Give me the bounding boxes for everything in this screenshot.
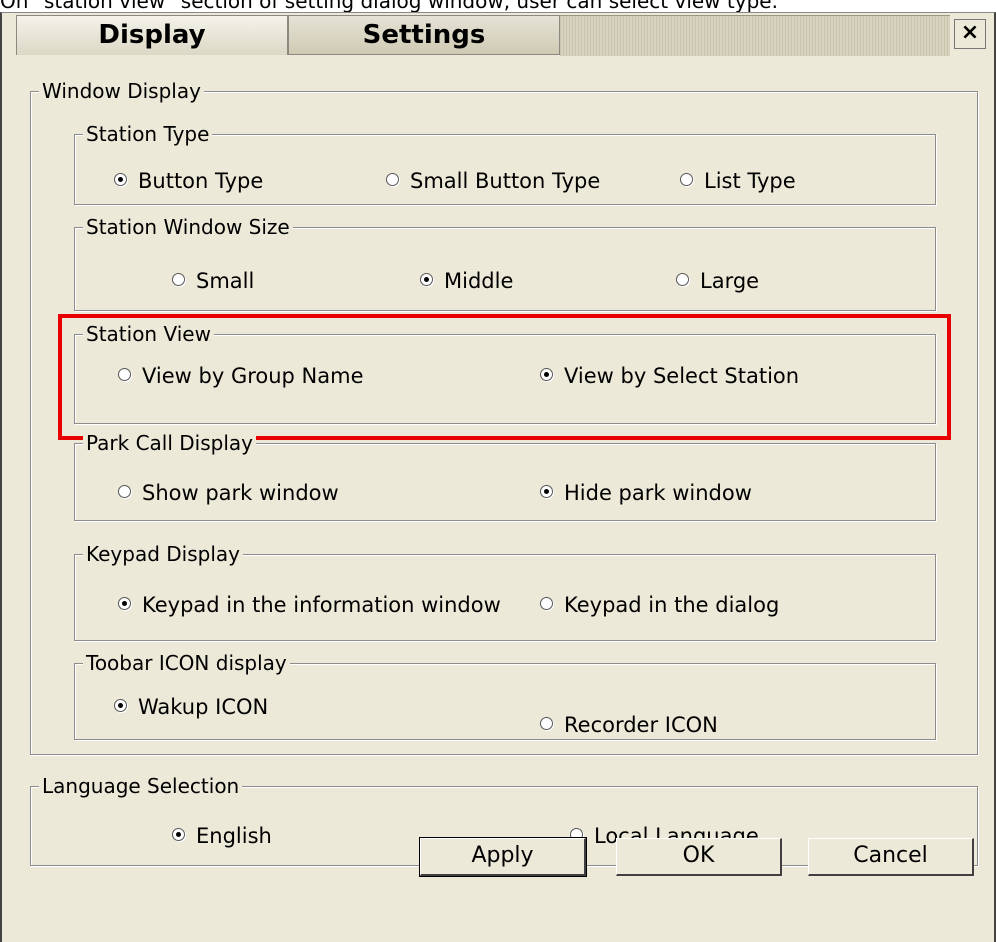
- radio-dot: [172, 273, 185, 286]
- station-type-title: Station Type: [83, 121, 213, 147]
- radio-dot: [540, 485, 553, 498]
- radio-label: Wakup ICON: [138, 695, 269, 719]
- radio-dot: [420, 273, 433, 286]
- radio-label: Button Type: [138, 169, 264, 193]
- radio-dot: [540, 717, 553, 730]
- radio-dot: [114, 699, 127, 712]
- radio-label: Large: [700, 269, 760, 293]
- keypad-display-title: Keypad Display: [83, 541, 243, 567]
- station-window-size-title: Station Window Size: [83, 214, 293, 240]
- radio-label: Small: [196, 269, 255, 293]
- close-icon[interactable]: ×: [954, 19, 986, 49]
- toolbar-icon-display-title: Toobar ICON display: [83, 650, 290, 676]
- radio-label: Hide park window: [564, 481, 752, 505]
- radio-dot: [118, 597, 131, 610]
- radio-dot: [540, 597, 553, 610]
- cancel-button[interactable]: Cancel: [808, 838, 974, 876]
- language-selection-title: Language Selection: [39, 773, 243, 799]
- tab-settings[interactable]: Settings: [288, 15, 560, 55]
- radio-label: Small Button Type: [410, 169, 601, 193]
- radio-label: Show park window: [142, 481, 339, 505]
- tab-display[interactable]: Display: [16, 15, 288, 55]
- radio-label: Keypad in the dialog: [564, 593, 780, 617]
- radio-label: Recorder ICON: [564, 713, 718, 737]
- radio-dot: [676, 273, 689, 286]
- radio-label: Keypad in the information window: [142, 593, 501, 617]
- radio-dot: [114, 173, 127, 186]
- radio-dot: [172, 828, 185, 841]
- park-call-display-title: Park Call Display: [83, 430, 256, 456]
- radio-dot: [386, 173, 399, 186]
- radio-dot: [118, 485, 131, 498]
- tab-strip-filler: [560, 15, 950, 56]
- station-view-highlight: [58, 314, 951, 440]
- radio-label: List Type: [704, 169, 796, 193]
- radio-label: Middle: [444, 269, 514, 293]
- ok-button[interactable]: OK: [616, 838, 782, 876]
- window-display-title: Window Display: [39, 78, 204, 104]
- tab-strip: Display Settings ×: [2, 13, 994, 56]
- caption-text: On "station view" section of setting dia…: [0, 0, 778, 13]
- settings-dialog: Display Settings × Window Display Statio…: [0, 12, 996, 942]
- radio-label: English: [196, 824, 272, 848]
- apply-button[interactable]: Apply: [419, 837, 587, 877]
- radio-dot: [680, 173, 693, 186]
